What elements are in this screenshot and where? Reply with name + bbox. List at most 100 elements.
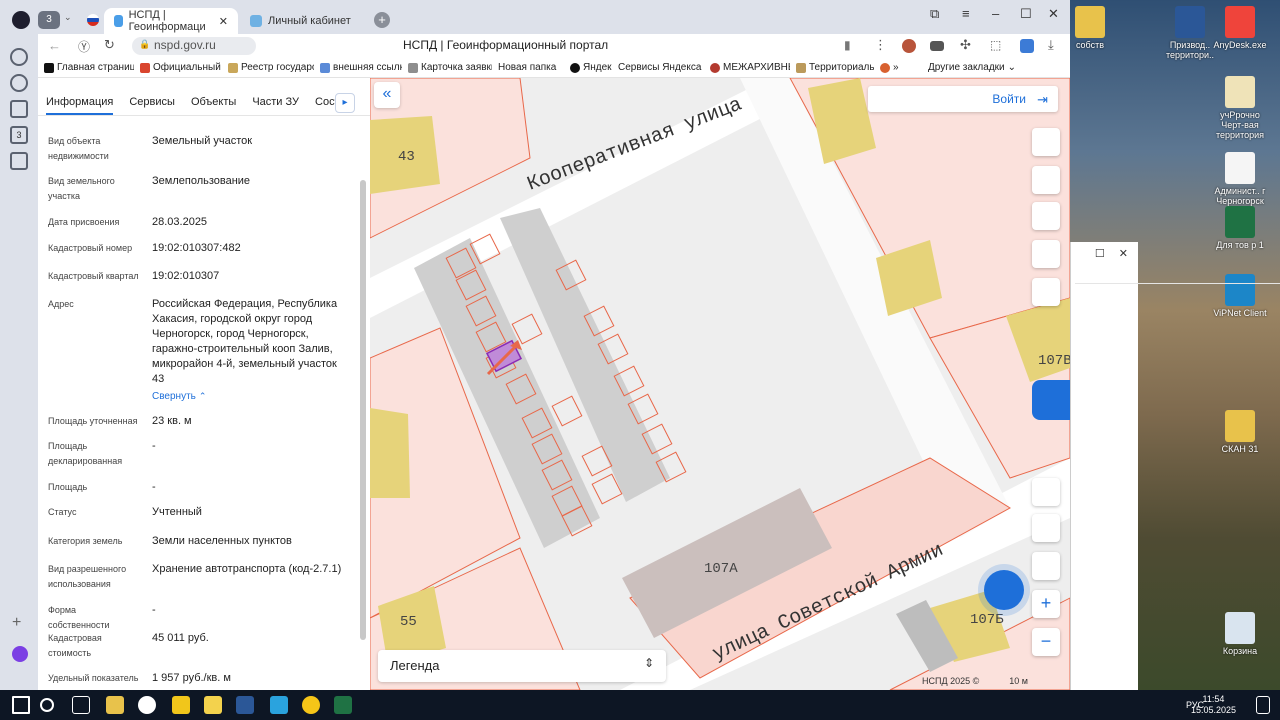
minimize-icon[interactable]: – [992,6,999,21]
yandex-icon[interactable]: Ⓨ [78,38,90,55]
collapse-panel-icon[interactable]: « [374,82,400,108]
tab-information[interactable]: Информация [46,92,114,115]
bookmark-item[interactable]: Территориальн [790,62,874,73]
url-field[interactable]: 🔒 nspd.gov.ru [132,37,256,55]
task-view-icon[interactable] [72,696,90,714]
login-button[interactable]: Войти ⇥ [868,86,1058,112]
screenshot-icon[interactable] [10,152,28,170]
yandex-browser-icon[interactable] [138,696,156,714]
start-icon[interactable] [12,696,30,714]
extension-icon[interactable] [1020,39,1034,53]
browser-logo-icon[interactable] [12,11,30,29]
bookmark-icon[interactable]: ▮ [844,38,851,52]
tab-count-badge[interactable]: 3 [38,11,60,29]
menu-icon[interactable]: ≡ [962,6,970,21]
background-window-titlebar[interactable]: ☐ ✕ [1071,242,1138,264]
tab-personal-cabinet[interactable]: Личный кабинет [240,8,370,34]
taskbar: РУС 11:54 15.05.2025 [0,690,1280,720]
desktop-icon-archive[interactable]: учРрочно Черт-вая территория [1210,76,1270,140]
maximize-icon[interactable]: ☐ [1020,6,1032,22]
login-icon: ⇥ [1037,92,1048,107]
more-icon[interactable]: ⋮ [874,37,887,53]
screenshot-tool-icon[interactable]: ⬚ [990,38,1001,52]
parcel-number-label: 107А [704,561,738,577]
chevron-updown-icon: ⇕ [643,656,654,670]
bookmark-item[interactable]: Официальный са [134,62,222,73]
desktop-icon-anydesk[interactable]: AnyDesk.exe [1210,6,1270,50]
close-tab-icon[interactable]: ✕ [219,15,228,28]
chevron-down-icon[interactable]: ⌄ [64,12,72,23]
bookmark-folder[interactable]: Новая папка [492,62,564,73]
print-icon[interactable] [1032,278,1060,306]
browser-window: 3 ⌄ НСПД | Геоинформаци ✕ Личный кабинет… [0,0,1070,690]
download-icon[interactable]: ⤓ [1048,37,1054,53]
feedback-icon[interactable] [1032,380,1070,420]
zoom-in-icon[interactable]: + [1032,590,1060,618]
tabs-counter-icon[interactable]: 3 [10,126,28,144]
collapse-link[interactable]: Свернуть [152,391,196,402]
tab-parts[interactable]: Части ЗУ [252,92,299,115]
my-location-icon[interactable] [1032,478,1060,506]
extensions-window-icon[interactable]: ⧉ [930,6,939,22]
explorer-icon[interactable] [106,696,124,714]
desktop-icon-admin[interactable]: Админист.. г Черногорск [1210,152,1270,206]
select-area-icon[interactable] [1032,202,1060,230]
background-window[interactable]: ☐ ✕ [1070,242,1280,690]
extension-icon[interactable] [902,39,916,53]
close-window-icon[interactable]: ✕ [1048,6,1059,22]
bookmark-icon [570,62,580,73]
cadastral-map[interactable]: Кооперативная улица улица Советской Арми… [370,78,1070,690]
zoom-out-icon[interactable]: − [1032,628,1060,656]
alice-assistant-icon[interactable] [12,646,28,662]
puzzle-icon[interactable]: ✣ [960,37,971,53]
layers-icon[interactable] [1032,128,1060,156]
tab-nspd[interactable]: НСПД | Геоинформаци ✕ [104,8,238,34]
app-icon[interactable] [204,696,222,714]
map-canvas[interactable]: Кооперативная улица улица Советской Арми… [370,78,1070,690]
bookmark-folder[interactable]: Сервисы Яндекса⌄ [612,62,704,73]
bookmark-item[interactable]: » [874,62,904,73]
add-panel-icon[interactable]: + [12,614,21,632]
history-icon[interactable] [10,48,28,66]
ruler-icon[interactable] [1032,166,1060,194]
desktop-icon-excel[interactable]: Для тов р 1 [1210,206,1270,250]
back-icon[interactable]: ← [48,38,61,53]
desktop-icon-scan[interactable]: СКАН 31 [1210,410,1270,454]
maximize-icon[interactable]: ☐ [1095,247,1105,260]
bookmark-item[interactable]: Реестр государст [222,62,314,73]
tab-strip: 3 ⌄ НСПД | Геоинформаци ✕ Личный кабинет… [0,0,1070,38]
extension-icon[interactable] [930,41,944,51]
chat-icon[interactable] [984,570,1024,610]
share-icon[interactable] [1032,240,1060,268]
background-window-search[interactable] [1075,266,1280,284]
notifications-icon[interactable] [1256,696,1270,714]
bookmark-item[interactable]: Яндекс [564,62,612,73]
new-tab-icon[interactable]: + [374,12,390,28]
telegram-icon[interactable] [270,696,288,714]
reload-icon[interactable]: ↻ [104,37,115,53]
excel-icon[interactable] [334,696,352,714]
close-icon[interactable]: ✕ [1119,247,1128,260]
bookmark-item[interactable]: Главная страница [38,62,134,73]
pinned-tab-icon[interactable] [87,14,99,26]
clock[interactable]: 11:54 15.05.2025 [1191,694,1236,716]
media-icon[interactable] [10,74,28,92]
panel-scrollbar[interactable] [360,180,366,640]
desktop-icon-recycle-bin[interactable]: Корзина [1210,612,1270,656]
bookmark-item[interactable]: внешняя ссылка [314,62,402,73]
bookmark-item[interactable]: Карточка заявки [402,62,492,73]
legend-dropdown[interactable]: Легенда ⇕ [378,650,666,682]
word-icon[interactable] [236,696,254,714]
bookmark-item[interactable]: МЕЖАРХИВНЫЙ [704,62,790,73]
1c-icon[interactable] [302,696,320,714]
tabs-next-icon[interactable]: ▸ [335,93,355,113]
pin-icon[interactable] [1032,552,1060,580]
tab-objects[interactable]: Объекты [191,92,236,115]
tab-services[interactable]: Сервисы [129,92,175,115]
basemap-icon[interactable] [1032,514,1060,542]
collections-icon[interactable] [10,100,28,118]
app-icon[interactable] [172,696,190,714]
search-icon[interactable] [40,698,54,712]
chevron-up-icon[interactable]: ⌃ [199,391,207,401]
other-bookmarks[interactable]: Другие закладки ⌄ [922,62,1022,73]
